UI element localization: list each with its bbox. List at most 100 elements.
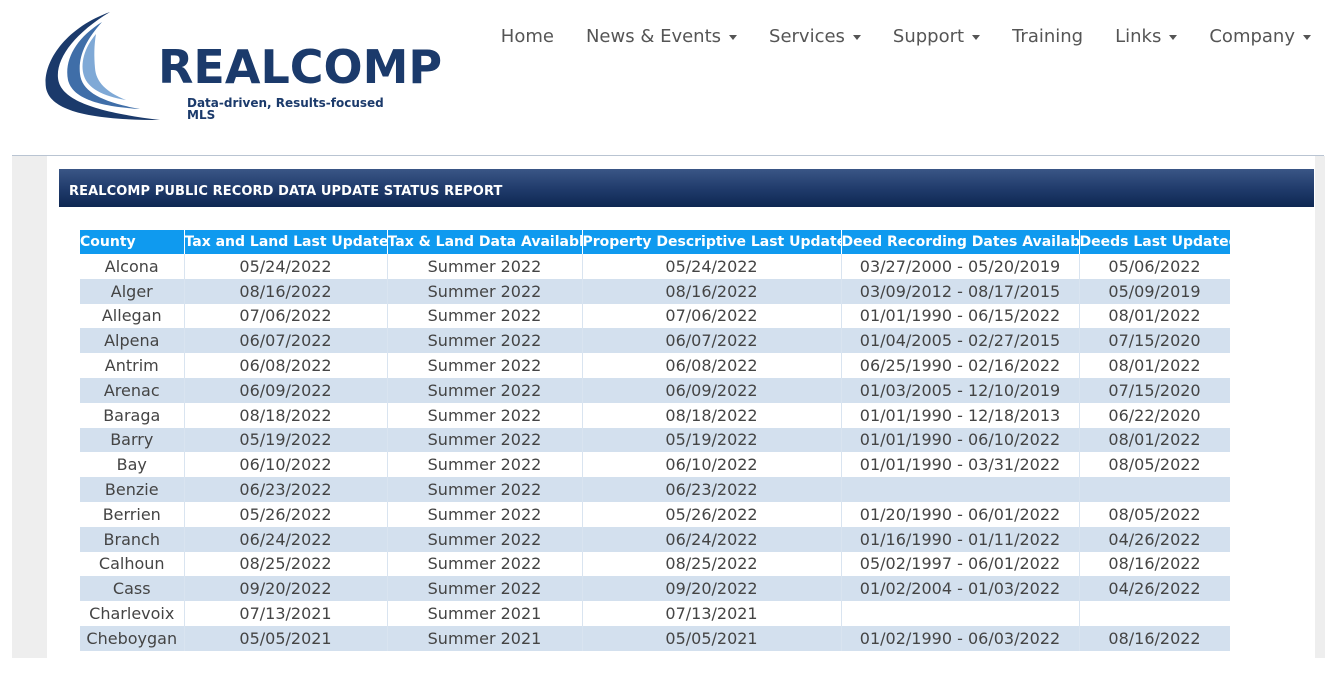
tax-land-available-cell: Summer 2021 (387, 625, 583, 651)
deeds-updated-cell: 08/01/2022 (1079, 303, 1230, 329)
property-descriptive-cell: 06/10/2022 (582, 452, 842, 478)
tax-land-available-cell: Summer 2022 (387, 303, 583, 329)
property-descriptive-cell: 07/06/2022 (582, 303, 842, 329)
deed-dates-cell: 01/03/2005 - 12/10/2019 (841, 377, 1080, 403)
county-cell: Baraga (80, 402, 185, 428)
nav-news-events[interactable]: News & Events (570, 26, 753, 48)
tax-land-available-cell: Summer 2022 (387, 477, 583, 502)
column-header: Deeds Last Updated (1079, 230, 1230, 254)
deeds-updated-cell (1079, 601, 1230, 626)
tax-land-updated-cell: 08/18/2022 (184, 402, 388, 428)
tax-land-available-cell: Summer 2022 (387, 278, 583, 304)
property-descriptive-cell: 06/08/2022 (582, 353, 842, 378)
deeds-updated-cell: 08/05/2022 (1079, 452, 1230, 478)
county-cell: Allegan (80, 303, 185, 329)
table-row: Allegan 07/06/2022 Summer 2022 07/06/2022 01… (80, 303, 1230, 329)
tax-land-available-cell: Summer 2022 (387, 402, 583, 428)
county-cell: Alcona (80, 254, 185, 279)
deed-dates-cell: 01/01/1990 - 12/18/2013 (841, 402, 1080, 428)
tax-land-updated-cell: 05/26/2022 (184, 501, 388, 527)
tax-land-available-cell: Summer 2022 (387, 551, 583, 577)
nav-services-label: Services (769, 26, 845, 47)
tax-land-updated-cell: 06/23/2022 (184, 477, 388, 502)
nav-support-label: Support (892, 26, 965, 47)
caret-down-icon (1169, 34, 1178, 40)
nav-company-label: Company (1209, 26, 1295, 47)
deed-dates-cell: 01/04/2005 - 02/27/2015 (841, 328, 1080, 354)
caret-down-icon (852, 34, 861, 40)
deed-dates-cell: 05/02/1997 - 06/01/2022 (841, 551, 1080, 577)
table-header-row: County Tax and Land Last Updated Tax & Lan… (80, 230, 1230, 254)
left-gutter (12, 156, 47, 658)
table-row: Baraga 08/18/2022 Summer 2022 08/18/2022 01/… (80, 402, 1230, 428)
table-row: Cass 09/20/2022 Summer 2022 09/20/2022 01/02… (80, 576, 1230, 602)
deeds-updated-cell: 08/01/2022 (1079, 427, 1230, 453)
nav-support[interactable]: Support (877, 26, 996, 48)
tax-land-updated-cell: 06/24/2022 (184, 526, 388, 552)
nav-links[interactable]: Links (1099, 26, 1193, 48)
caret-down-icon (972, 34, 981, 40)
county-cell: Berrien (80, 501, 185, 527)
column-header: Property Descriptive Last Updated (582, 230, 842, 254)
tax-land-updated-cell: 05/19/2022 (184, 427, 388, 453)
tax-land-updated-cell: 08/16/2022 (184, 278, 388, 304)
property-descriptive-cell: 06/23/2022 (582, 477, 842, 502)
main-nav: Home News & Events Services Support Trai… (485, 26, 1311, 48)
county-cell: Alpena (80, 328, 185, 354)
tax-land-available-cell: Summer 2022 (387, 353, 583, 378)
logo-wordmark: REALCOMP (158, 40, 443, 94)
county-cell: Cheboygan (80, 625, 185, 651)
nav-training-label: Training (1012, 26, 1084, 47)
deeds-updated-cell: 06/22/2020 (1079, 402, 1230, 428)
table-row: Barry 05/19/2022 Summer 2022 05/19/2022 01/0… (80, 427, 1230, 453)
tax-land-updated-cell: 06/07/2022 (184, 328, 388, 354)
property-descriptive-cell: 08/16/2022 (582, 278, 842, 304)
tax-land-updated-cell: 06/10/2022 (184, 452, 388, 478)
table-row: Berrien 05/26/2022 Summer 2022 05/26/2022 01… (80, 501, 1230, 527)
column-header: Tax and Land Last Updated (184, 230, 388, 254)
nav-company[interactable]: Company (1193, 26, 1311, 48)
deeds-updated-cell: 08/01/2022 (1079, 353, 1230, 378)
tax-land-available-cell: Summer 2021 (387, 601, 583, 626)
deeds-updated-cell (1079, 477, 1230, 502)
realcomp-logo[interactable]: REALCOMP Data-driven, Results-focused ML… (40, 8, 442, 126)
column-header: Deed Recording Dates Available (841, 230, 1080, 254)
deed-dates-cell: 03/27/2000 - 05/20/2019 (841, 254, 1080, 279)
tax-land-available-cell: Summer 2022 (387, 501, 583, 527)
tax-land-available-cell: Summer 2022 (387, 328, 583, 354)
deeds-updated-cell: 08/16/2022 (1079, 551, 1230, 577)
table-row: Bay 06/10/2022 Summer 2022 06/10/2022 01/01/… (80, 452, 1230, 478)
tax-land-available-cell: Summer 2022 (387, 576, 583, 602)
tax-land-available-cell: Summer 2022 (387, 427, 583, 453)
table-row: Cheboygan 05/05/2021 Summer 2021 05/05/2021… (80, 625, 1230, 651)
tax-land-updated-cell: 09/20/2022 (184, 576, 388, 602)
nav-training[interactable]: Training (996, 26, 1099, 48)
deeds-updated-cell: 05/09/2019 (1079, 278, 1230, 304)
table-row: Alcona 05/24/2022 Summer 2022 05/24/2022 03/… (80, 254, 1230, 279)
county-cell: Bay (80, 452, 185, 478)
caret-down-icon (1303, 34, 1311, 40)
table-row: Charlevoix 07/13/2021 Summer 2021 07/13/202… (80, 601, 1230, 626)
deed-dates-cell (841, 601, 1080, 626)
nav-home-label: Home (500, 26, 554, 47)
table-row: Branch 06/24/2022 Summer 2022 06/24/2022 01/… (80, 526, 1230, 552)
nav-links-label: Links (1115, 26, 1162, 47)
deeds-updated-cell: 07/15/2020 (1079, 377, 1230, 403)
table-row: Calhoun 08/25/2022 Summer 2022 08/25/2022 05… (80, 551, 1230, 577)
deeds-updated-cell: 04/26/2022 (1079, 526, 1230, 552)
nav-services[interactable]: Services (753, 26, 877, 48)
county-cell: Arenac (80, 377, 185, 403)
property-descriptive-cell: 09/20/2022 (582, 576, 842, 602)
county-cell: Charlevoix (80, 601, 185, 626)
header-divider (12, 155, 1324, 156)
right-gutter (1315, 156, 1325, 658)
tax-land-available-cell: Summer 2022 (387, 254, 583, 279)
property-descriptive-cell: 06/09/2022 (582, 377, 842, 403)
deed-dates-cell: 01/02/2004 - 01/03/2022 (841, 576, 1080, 602)
deeds-updated-cell: 04/26/2022 (1079, 576, 1230, 602)
property-descriptive-cell: 05/24/2022 (582, 254, 842, 279)
deed-dates-cell: 06/25/1990 - 02/16/2022 (841, 353, 1080, 378)
county-cell: Cass (80, 576, 185, 602)
county-cell: Alger (80, 278, 185, 304)
nav-home[interactable]: Home (485, 26, 570, 48)
